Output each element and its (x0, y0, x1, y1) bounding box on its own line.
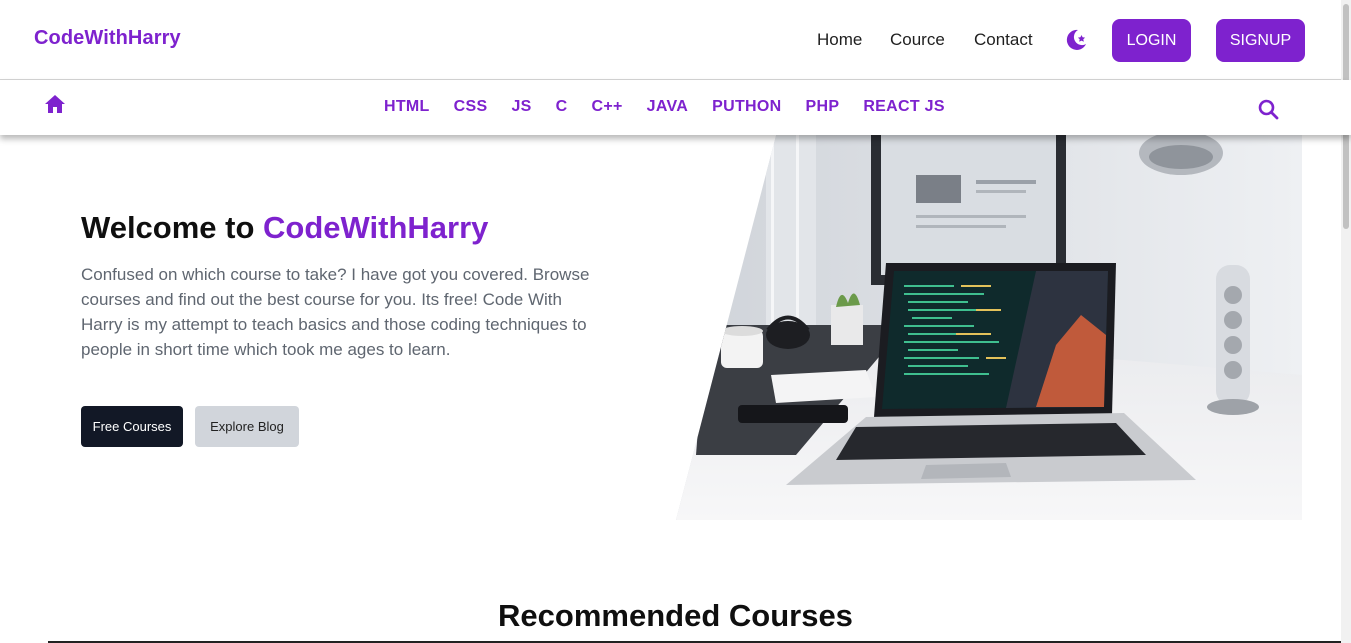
moon-star-icon[interactable] (1063, 27, 1089, 53)
login-button[interactable]: LOGIN (1112, 19, 1191, 62)
nav-link-contact[interactable]: Contact (974, 30, 1033, 50)
lang-link-puthon[interactable]: PUTHON (712, 98, 781, 116)
lang-link-c[interactable]: C (556, 98, 568, 116)
home-icon[interactable] (44, 94, 66, 114)
hero-title-prefix: Welcome to (81, 210, 264, 245)
hero-description: Confused on which course to take? I have… (81, 265, 590, 359)
lang-link-js[interactable]: JS (511, 98, 531, 116)
free-courses-button[interactable]: Free Courses (81, 406, 183, 447)
top-header: CodeWithHarry Home Cource Contact LOGIN … (0, 0, 1351, 80)
hero-laptop-image (676, 135, 1302, 520)
lang-link-css[interactable]: CSS (454, 98, 488, 116)
lang-link-html[interactable]: HTML (384, 98, 430, 116)
nav-link-cource[interactable]: Cource (890, 30, 945, 50)
search-icon[interactable] (1258, 99, 1279, 120)
language-links: HTML CSS JS C C++ JAVA PUTHON PHP REACT … (384, 98, 969, 116)
lang-link-cpp[interactable]: C++ (591, 98, 622, 116)
lang-link-react-js[interactable]: REACT JS (863, 98, 945, 116)
signup-button[interactable]: SIGNUP (1216, 19, 1305, 62)
explore-blog-button[interactable]: Explore Blog (195, 406, 299, 447)
hero-title-accent: CodeWithHarry (263, 210, 489, 245)
lang-link-java[interactable]: JAVA (647, 98, 689, 116)
language-nav: HTML CSS JS C C++ JAVA PUTHON PHP REACT … (0, 80, 1351, 135)
brand-logo[interactable]: CodeWithHarry (34, 27, 181, 50)
nav-link-home[interactable]: Home (817, 30, 862, 50)
recommended-courses-title: Recommended Courses (498, 598, 853, 633)
lang-link-php[interactable]: PHP (806, 98, 840, 116)
hero-title: Welcome to CodeWithHarry (81, 210, 488, 246)
